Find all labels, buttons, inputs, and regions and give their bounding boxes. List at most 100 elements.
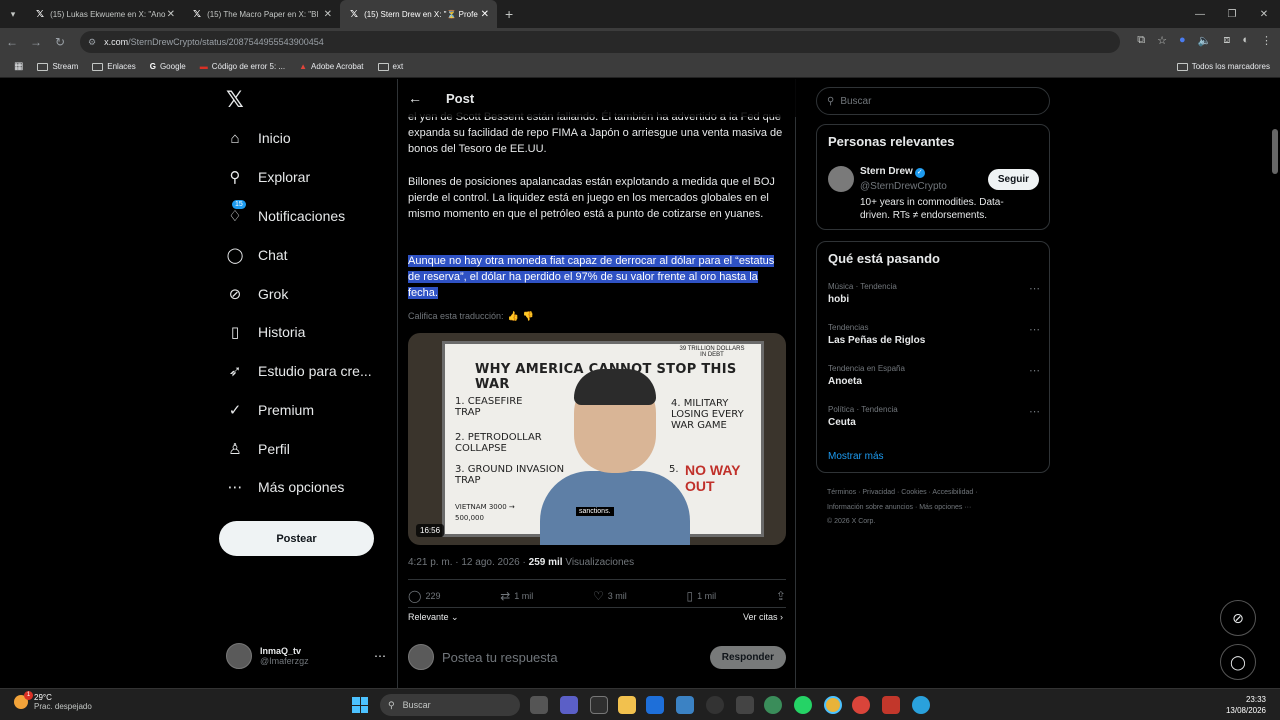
bookmark-google[interactable]: G Google [150, 62, 186, 71]
taskview-icon[interactable] [530, 696, 548, 714]
post-button[interactable]: Postear [219, 521, 374, 556]
reply-input[interactable]: Postea tu respuesta [442, 650, 702, 665]
show-more-link[interactable]: Mostrar más [828, 451, 884, 462]
system-clock[interactable]: 23:33 13/08/2026 [1226, 694, 1266, 716]
maximize-icon[interactable]: ❐ [1216, 9, 1248, 20]
tab-close-icon[interactable]: ✕ [324, 9, 332, 20]
windows-start-icon[interactable] [352, 697, 368, 713]
tab-close-icon[interactable]: ✕ [167, 9, 175, 20]
menu-kebab-icon[interactable]: ⋮ [1261, 34, 1272, 47]
footer-links[interactable]: Términos · Privacidad · Cookies · Accesi… [827, 486, 1047, 499]
chrome-icon[interactable] [824, 696, 842, 714]
avatar[interactable] [828, 166, 854, 192]
back-icon[interactable]: ← [0, 35, 24, 49]
x-logo-icon[interactable]: 𝕏 [226, 87, 244, 113]
app-icon[interactable] [676, 696, 694, 714]
install-icon[interactable]: ⧉ [1137, 34, 1145, 47]
sort-dropdown[interactable]: Relevante ⌄ [408, 612, 459, 623]
store-icon[interactable] [646, 696, 664, 714]
clock-date: 13/08/2026 [1225, 706, 1266, 715]
tab-search-chevron-icon[interactable]: ▾ [0, 9, 26, 20]
more-icon[interactable]: ⋯ [1029, 364, 1040, 377]
grok-floating-icon[interactable]: ⊘ [1220, 600, 1256, 636]
whatsapp-icon[interactable] [794, 696, 812, 714]
browser-tab-3[interactable]: 𝕏 (15) Stern Drew en X: "⏳ Profe ✕ [340, 0, 497, 28]
app-icon[interactable] [590, 696, 608, 714]
close-window-icon[interactable]: ✕ [1248, 9, 1280, 20]
star-icon[interactable]: ☆ [1157, 34, 1167, 47]
site-info-icon[interactable]: ⚙ [88, 37, 96, 48]
taskbar-search[interactable]: ⚲ Buscar [380, 694, 520, 716]
browser-tab-1[interactable]: 𝕏 (15) Lukas Ekwueme en X: "Ano ✕ [26, 0, 183, 28]
trend-item[interactable]: Música · Tendencia hobi ⋯ [828, 282, 1040, 305]
footer-links[interactable]: Información sobre anuncios · Más opcione… [827, 501, 1047, 514]
chat-floating-icon[interactable]: ◯ [1220, 644, 1256, 680]
follow-button[interactable]: Seguir [987, 169, 1039, 190]
profile-avatar-icon[interactable]: ◐ [1242, 34, 1249, 47]
apps-grid-icon[interactable]: ▦ [14, 61, 23, 72]
nav-item-inicio[interactable]: ⌂ Inicio [226, 129, 290, 147]
address-bar[interactable]: ⚙ x.com/SternDrewCrypto/status/208754495… [80, 31, 1120, 53]
reply-submit-button[interactable]: Responder [709, 645, 786, 669]
thumbs-down-icon[interactable]: 👎 [523, 311, 534, 322]
nav-item-historia[interactable]: ▯ Historia [226, 323, 306, 341]
more-icon[interactable]: ⋯ [1029, 323, 1040, 336]
bookmark-enlaces[interactable]: Enlaces [92, 62, 136, 71]
back-arrow-icon[interactable]: ← [408, 90, 436, 106]
like-button[interactable]: ♡ 3 mil [593, 589, 627, 603]
nav-item-mas-opciones[interactable]: ⋯ Más opciones [226, 478, 345, 496]
nav-item-grok[interactable]: ⊘ Grok [226, 285, 289, 303]
extensions-puzzle-icon[interactable]: ⧈ [1223, 34, 1230, 47]
bookmark-stream[interactable]: Stream [37, 62, 78, 71]
thumbs-up-icon[interactable]: 👍 [508, 311, 519, 322]
nav-item-perfil[interactable]: ♙ Perfil [226, 440, 290, 458]
nav-item-premium[interactable]: ✓ Premium [226, 401, 314, 419]
app-icon[interactable] [736, 696, 754, 714]
all-bookmarks[interactable]: Todos los marcadores [1176, 62, 1270, 71]
video-player[interactable]: 39 TRILLION DOLLARS IN DEBT WHY AMERICA … [408, 333, 786, 545]
forward-icon[interactable]: → [24, 35, 48, 49]
person-name[interactable]: Stern Drew ✓ [860, 166, 925, 178]
chrome-icon[interactable] [852, 696, 870, 714]
repost-icon: ⇄ [500, 589, 511, 603]
more-icon[interactable]: ⋯ [374, 649, 386, 663]
nav-item-chat[interactable]: ◯ Chat [226, 246, 288, 264]
account-switcher[interactable]: InmaQ_tv @Imaferzgz ⋯ [226, 643, 386, 669]
weather-widget[interactable]: 1 29°C Prac. despejado [14, 691, 92, 711]
nav-item-estudio[interactable]: ➶ Estudio para cre... [226, 362, 372, 380]
more-icon[interactable]: ⋯ [1029, 282, 1040, 295]
bookmark-adobe[interactable]: ▲ Adobe Acrobat [299, 62, 363, 71]
reply-button[interactable]: ◯ 229 [408, 589, 440, 603]
presenter-figure [540, 369, 690, 545]
share-button[interactable]: ⇪ [776, 589, 786, 603]
telegram-icon[interactable] [912, 696, 930, 714]
bookmark-button[interactable]: ▯ 1 mil [687, 589, 717, 603]
search-input[interactable]: ⚲ Buscar [816, 87, 1050, 115]
browser-tab-2[interactable]: 𝕏 (15) The Macro Paper en X: "Bl ✕ [183, 0, 340, 28]
extension-icon[interactable]: ● [1179, 34, 1186, 47]
nav-item-notificaciones[interactable]: ♢ 15 Notificaciones [226, 200, 345, 225]
trend-item[interactable]: Tendencia en España Anoeta ⋯ [828, 364, 1040, 387]
teams-icon[interactable] [560, 696, 578, 714]
minimize-icon[interactable]: — [1184, 9, 1216, 20]
bookmark-ext[interactable]: ext [377, 62, 403, 71]
bookmark-error-code[interactable]: ▬ Código de error 5: ... [200, 62, 285, 71]
trend-item[interactable]: Política · Tendencia Ceuta ⋯ [828, 405, 1040, 428]
account-name: InmaQ_tv [260, 646, 302, 656]
file-explorer-icon[interactable] [618, 696, 636, 714]
scrollbar[interactable] [1272, 129, 1278, 174]
new-tab-button[interactable]: + [497, 6, 521, 22]
speaker-icon[interactable]: 🔈 [1198, 34, 1212, 47]
nav-item-explorar[interactable]: ⚲ Explorar [226, 168, 311, 186]
reload-icon[interactable]: ↻ [48, 35, 72, 49]
main-column: ← Post el yen de Scott Bessent están fal… [397, 79, 796, 688]
trend-item[interactable]: Tendencias Las Peñas de Riglos ⋯ [828, 323, 1040, 346]
powerpoint-icon[interactable] [882, 696, 900, 714]
app-icon[interactable] [706, 696, 724, 714]
tab-close-icon[interactable]: ✕ [481, 9, 489, 20]
more-icon[interactable]: ⋯ [1029, 405, 1040, 418]
repost-button[interactable]: ⇄ 1 mil [500, 589, 533, 603]
view-quotes-link[interactable]: Ver citas › [743, 612, 783, 622]
heart-icon: ♡ [593, 589, 604, 603]
app-icon[interactable] [764, 696, 782, 714]
